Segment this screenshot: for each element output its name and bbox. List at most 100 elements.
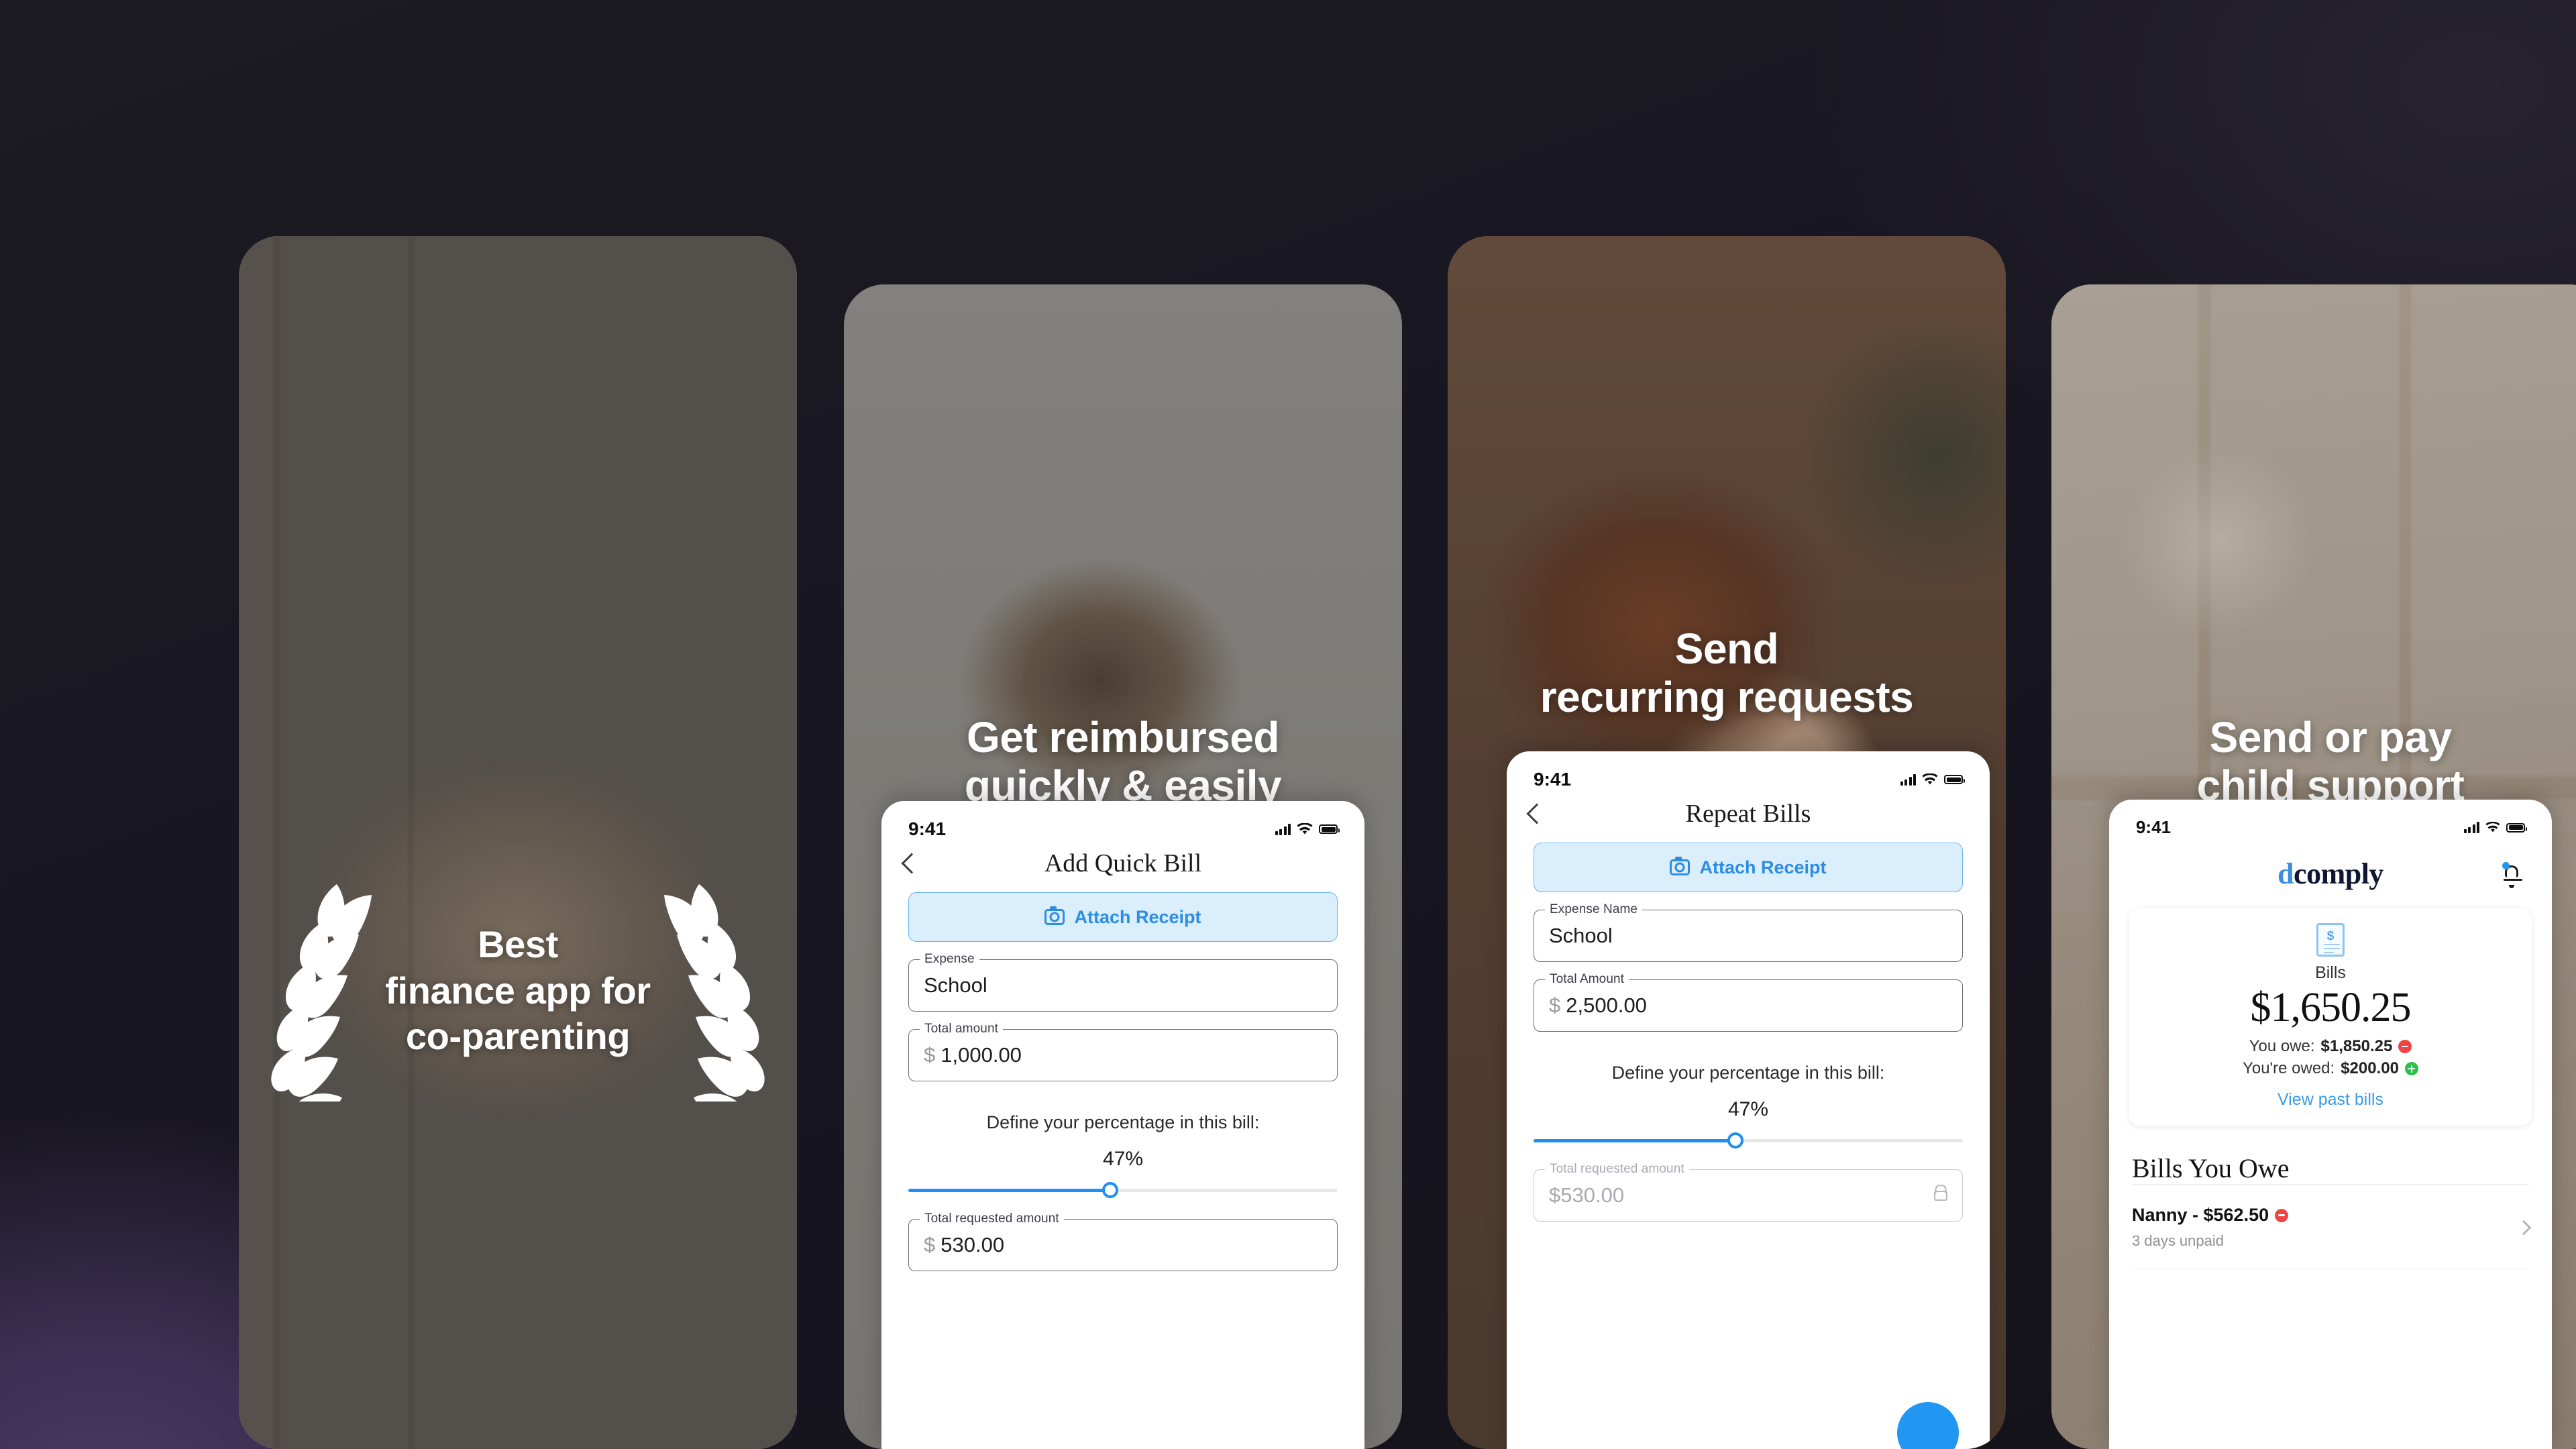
percentage-caption: Define your percentage in this bill: <box>1611 1063 1885 1083</box>
percentage-slider[interactable] <box>908 1181 1338 1199</box>
total-amount-field-label: Total Amount <box>1545 972 1629 987</box>
laurel-right-icon <box>663 884 765 1102</box>
phone-dashboard: 9:41 dcomply $ Bills $1,650.25 You owe: … <box>2109 800 2552 1449</box>
chevron-right-icon[interactable] <box>2516 1220 2532 1235</box>
receipt-dollar-icon: $ <box>2316 923 2345 957</box>
total-requested-value: 530.00 <box>941 1233 1005 1256</box>
percentage-caption: Define your percentage in this bill: <box>986 1112 1260 1132</box>
attach-receipt-label: Attach Receipt <box>1074 906 1201 927</box>
total-amount-currency: $ <box>924 1043 936 1067</box>
you-owe-row: You owe: $1,850.25 <box>2129 1037 2532 1056</box>
total-amount-field[interactable]: Total amount $1,000.00 <box>908 1022 1338 1081</box>
receipt-dollar-glyph: $ <box>2326 929 2334 943</box>
dcomply-logo: dcomply <box>2277 857 2383 891</box>
bill-name-text: Nanny - $562.50 <box>2132 1205 2269 1225</box>
total-amount-currency: $ <box>1549 994 1561 1017</box>
status-bar: 9:41 <box>881 801 1364 847</box>
battery-icon <box>2506 822 2527 833</box>
expense-name-field[interactable]: Expense Name School <box>1534 902 1963 962</box>
nav-bar: Repeat Bills <box>1507 797 1990 828</box>
bell-icon[interactable] <box>2502 862 2522 888</box>
you-owe-label: You owe: <box>2249 1037 2315 1055</box>
summary-label: Bills <box>2315 963 2346 982</box>
positive-status-icon <box>2404 1062 2418 1075</box>
recurring-headline: Send recurring requests <box>1540 625 1914 721</box>
award-photo-scrim <box>239 236 797 1449</box>
nav-title: Repeat Bills <box>1685 800 1811 828</box>
back-chevron-icon[interactable] <box>1526 803 1548 824</box>
add-fab-button[interactable] <box>1897 1402 1959 1449</box>
wifi-icon <box>2485 822 2500 833</box>
view-past-bills-link[interactable]: View past bills <box>2129 1090 2532 1110</box>
panel-child-support: Send or pay child support 9:41 dcomply $ <box>2051 284 2576 1449</box>
youre-owed-row: You're owed: $200.00 <box>2129 1059 2532 1078</box>
list-item[interactable]: Nanny - $562.50 3 days unpaid <box>2132 1184 2532 1269</box>
logo-prefix: d <box>2277 857 2294 890</box>
summary-amount: $1,650.25 <box>2250 985 2412 1030</box>
total-requested-field-label: Total requested amount <box>1545 1162 1689 1177</box>
status-time: 9:41 <box>908 818 947 839</box>
slider-knob[interactable] <box>1727 1132 1743 1148</box>
battery-icon <box>1319 824 1340 834</box>
phone-add-quick-bill: 9:41 Add Quick Bill Attach Receipt Expen… <box>881 801 1364 1449</box>
youre-owed-amount: $200.00 <box>2341 1059 2399 1077</box>
signal-bars-icon <box>2463 822 2479 833</box>
phone-repeat-bills: 9:41 Repeat Bills Attach Receipt Expense… <box>1507 751 1990 1449</box>
slider-fill <box>1534 1138 1735 1142</box>
bills-summary-card: $ Bills $1,650.25 You owe: $1,850.25 You… <box>2129 908 2532 1126</box>
total-amount-value: 1,000.00 <box>941 1043 1022 1067</box>
total-amount-field[interactable]: Total Amount $2,500.00 <box>1534 972 1963 1032</box>
bills-you-owe-title: Bills You Owe <box>2132 1153 2290 1183</box>
total-amount-field-label: Total amount <box>920 1022 1003 1036</box>
percentage-value: 47% <box>1102 1148 1144 1170</box>
percentage-value: 47% <box>1727 1098 1769 1120</box>
notification-badge <box>2502 862 2510 869</box>
battery-icon <box>1944 775 1965 784</box>
bill-status-text: 3 days unpaid <box>2132 1232 2224 1249</box>
award-badge: Best finance app for co-parenting <box>239 880 797 1102</box>
signal-bars-icon <box>1275 823 1291 835</box>
attach-receipt-label: Attach Receipt <box>1699 857 1827 877</box>
child-support-headline: Send or pay child support <box>2196 713 2465 810</box>
expense-field-value: School <box>924 973 987 997</box>
back-chevron-icon[interactable] <box>901 853 922 874</box>
status-time: 9:41 <box>2136 817 2171 837</box>
bill-status-icon <box>2275 1208 2289 1222</box>
camera-icon <box>1044 906 1065 925</box>
nav-bar: Add Quick Bill <box>881 847 1364 877</box>
expense-field[interactable]: Expense School <box>908 952 1338 1012</box>
attach-receipt-button[interactable]: Attach Receipt <box>1534 843 1963 892</box>
total-requested-field: Total requested amount $530.00 <box>1534 1162 1963 1222</box>
expense-name-field-label: Expense Name <box>1545 902 1643 917</box>
status-bar: 9:41 <box>2109 800 2552 845</box>
attach-receipt-button[interactable]: Attach Receipt <box>908 892 1338 942</box>
negative-status-icon <box>2398 1040 2412 1053</box>
camera-icon <box>1670 857 1690 875</box>
status-time: 9:41 <box>1534 769 1572 790</box>
total-amount-value: 2,500.00 <box>1566 994 1647 1017</box>
lock-icon <box>1934 1190 1947 1201</box>
status-bar: 9:41 <box>1507 751 1990 797</box>
dashboard-header: dcomply <box>2109 845 2552 908</box>
laurel-left-icon <box>271 884 372 1102</box>
panel-recurring: Send recurring requests 9:41 Repeat Bill… <box>1448 236 2006 1449</box>
signal-bars-icon <box>1900 773 1916 786</box>
youre-owed-label: You're owed: <box>2243 1059 2335 1077</box>
wifi-icon <box>1297 823 1313 835</box>
reimbursed-headline: Get reimbursed quickly & easily <box>964 713 1282 810</box>
percentage-slider[interactable] <box>1534 1132 1963 1149</box>
you-owe-amount: $1,850.25 <box>2320 1037 2393 1055</box>
total-requested-value: $530.00 <box>1549 1183 1625 1207</box>
nav-title: Add Quick Bill <box>1044 849 1202 877</box>
slider-fill <box>908 1188 1110 1192</box>
total-requested-field-label: Total requested amount <box>920 1212 1064 1226</box>
logo-rest: comply <box>2294 857 2383 890</box>
award-badge-text: Best finance app for co-parenting <box>385 922 651 1058</box>
wifi-icon <box>1922 773 1938 785</box>
panel-reimbursed: Get reimbursed quickly & easily 9:41 Add… <box>844 284 1402 1449</box>
total-requested-field[interactable]: Total requested amount $530.00 <box>908 1212 1338 1271</box>
expense-field-label: Expense <box>920 952 979 967</box>
bill-name: Nanny - $562.50 <box>2132 1205 2518 1226</box>
panel-award: Best finance app for co-parenting <box>239 236 797 1449</box>
slider-knob[interactable] <box>1102 1182 1118 1198</box>
